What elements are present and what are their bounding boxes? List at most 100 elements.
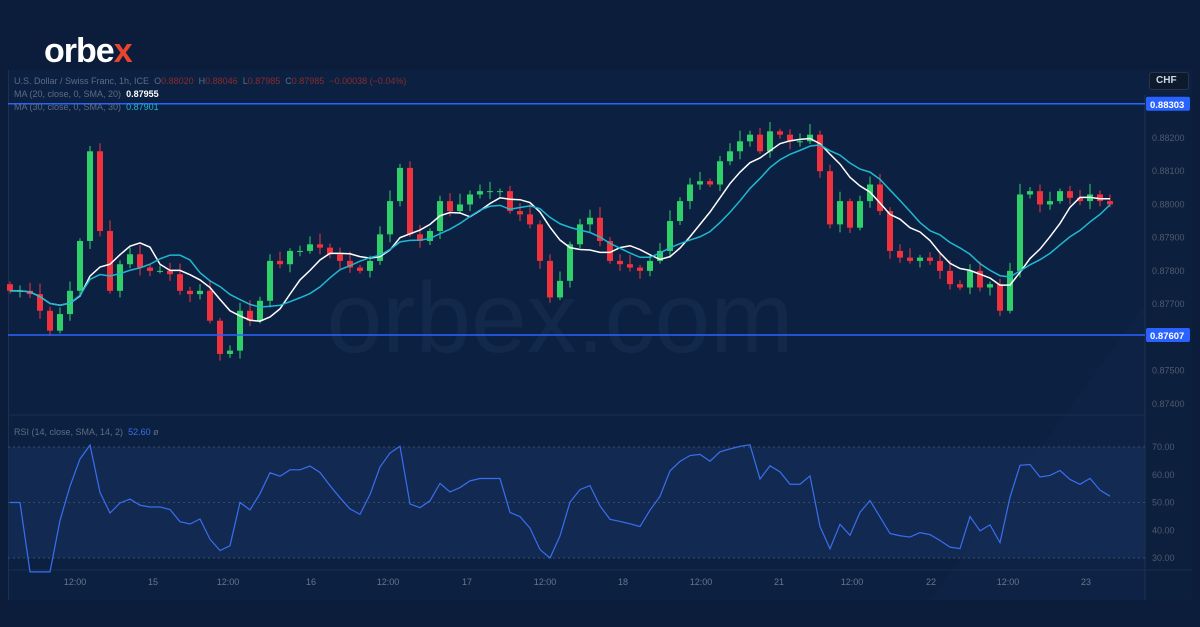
candle-body — [687, 184, 693, 202]
candle-body — [577, 224, 583, 245]
rsi-tick-label: 30.00 — [1152, 553, 1175, 563]
time-tick-label: 21 — [774, 577, 784, 587]
level-price-label: 0.88303 — [1150, 100, 1184, 111]
candle — [57, 307, 63, 334]
candle-body — [707, 181, 713, 185]
ma20-value: 0.87955 — [126, 89, 159, 99]
candle — [757, 128, 763, 154]
close-value: 0.87985 — [291, 76, 325, 86]
price-tick-label: 0.87700 — [1152, 299, 1185, 309]
candle — [717, 155, 723, 192]
candle-body — [87, 151, 93, 241]
candle — [7, 281, 13, 294]
candle — [397, 163, 403, 207]
symbol-legend: U.S. Dollar / Swiss Franc, 1h, ICE O0.88… — [14, 76, 406, 86]
currency-button[interactable]: CHF — [1149, 72, 1189, 90]
ma20-legend: MA (20, close, 0, SMA, 20) 0.87955 — [14, 89, 159, 99]
candle-body — [717, 161, 723, 185]
candle-body — [197, 290, 203, 295]
candle-body — [267, 260, 273, 301]
candle — [897, 244, 903, 263]
candle — [857, 195, 863, 231]
time-tick-label: 16 — [306, 577, 316, 587]
candle — [1067, 185, 1073, 205]
rsi-label: RSI (14, close, SMA, 14, 2) — [14, 427, 124, 437]
price-chart[interactable]: orbex.com0.882000.881000.880000.879000.8… — [0, 0, 1200, 627]
candle-body — [837, 201, 843, 225]
candle-body — [397, 167, 403, 202]
rsi-tick-label: 40.00 — [1152, 525, 1175, 535]
candle — [77, 238, 83, 295]
candle-body — [757, 134, 763, 152]
candle-body — [57, 314, 63, 331]
candle-body — [677, 201, 683, 222]
candle — [687, 177, 693, 210]
candle-body — [77, 240, 83, 291]
time-tick-label: 12:00 — [690, 577, 713, 587]
candle-body — [947, 270, 953, 285]
candle — [727, 143, 733, 166]
candle — [777, 128, 783, 139]
candle-body — [857, 201, 863, 228]
candle-body — [217, 320, 223, 354]
candle — [47, 306, 53, 336]
candle-body — [1057, 191, 1063, 202]
candle — [1017, 183, 1023, 278]
candle-body — [907, 257, 913, 261]
candle-body — [317, 244, 323, 248]
time-tick-label: 12:00 — [841, 577, 864, 587]
candle-body — [957, 284, 963, 288]
candle-body — [467, 194, 473, 205]
candle — [457, 193, 463, 214]
candle — [177, 263, 183, 295]
candle-body — [697, 181, 703, 185]
candle — [217, 318, 223, 361]
candle — [87, 145, 93, 249]
candle-body — [127, 254, 133, 265]
candle-body — [1067, 191, 1073, 198]
rsi-value: 52.60 — [128, 427, 151, 437]
candle — [167, 262, 173, 281]
price-tick-label: 0.87800 — [1152, 266, 1185, 276]
candle — [847, 198, 853, 234]
time-tick-label: 22 — [926, 577, 936, 587]
candle — [307, 236, 313, 254]
candle-body — [637, 267, 643, 271]
candle-body — [547, 260, 553, 298]
candle-body — [777, 131, 783, 135]
candle — [317, 233, 323, 255]
candle-body — [1047, 201, 1053, 205]
time-tick-label: 23 — [1081, 577, 1091, 587]
price-tick-label: 0.88000 — [1152, 199, 1185, 209]
candle-body — [107, 231, 113, 291]
ma30-label: MA (30, close, 0, SMA, 30) — [14, 102, 122, 112]
candle — [187, 286, 193, 303]
candle-body — [487, 191, 493, 193]
candle-body — [877, 184, 883, 212]
candle — [667, 210, 673, 258]
price-tick-label: 0.88100 — [1152, 166, 1185, 176]
candle — [1057, 188, 1063, 204]
candle-body — [587, 217, 593, 225]
candle — [987, 281, 993, 296]
candle — [907, 248, 913, 264]
ma20-label: MA (20, close, 0, SMA, 20) — [14, 89, 122, 99]
symbol-name: U.S. Dollar / Swiss Franc, 1h, ICE — [14, 76, 150, 86]
candle — [427, 228, 433, 245]
candle-body — [1017, 194, 1023, 271]
candle — [137, 244, 143, 276]
candle — [487, 181, 493, 200]
time-tick-label: 12:00 — [217, 577, 240, 587]
candle-body — [187, 290, 193, 295]
candle — [707, 178, 713, 188]
open-value: 0.88020 — [161, 76, 194, 86]
candle-body — [567, 244, 573, 281]
candle-body — [797, 141, 803, 143]
candle — [787, 129, 793, 150]
candle — [497, 188, 503, 197]
candle-body — [1037, 191, 1043, 205]
candle-body — [1027, 191, 1033, 195]
candle-body — [367, 260, 373, 271]
candle — [517, 203, 523, 222]
candle — [597, 207, 603, 247]
